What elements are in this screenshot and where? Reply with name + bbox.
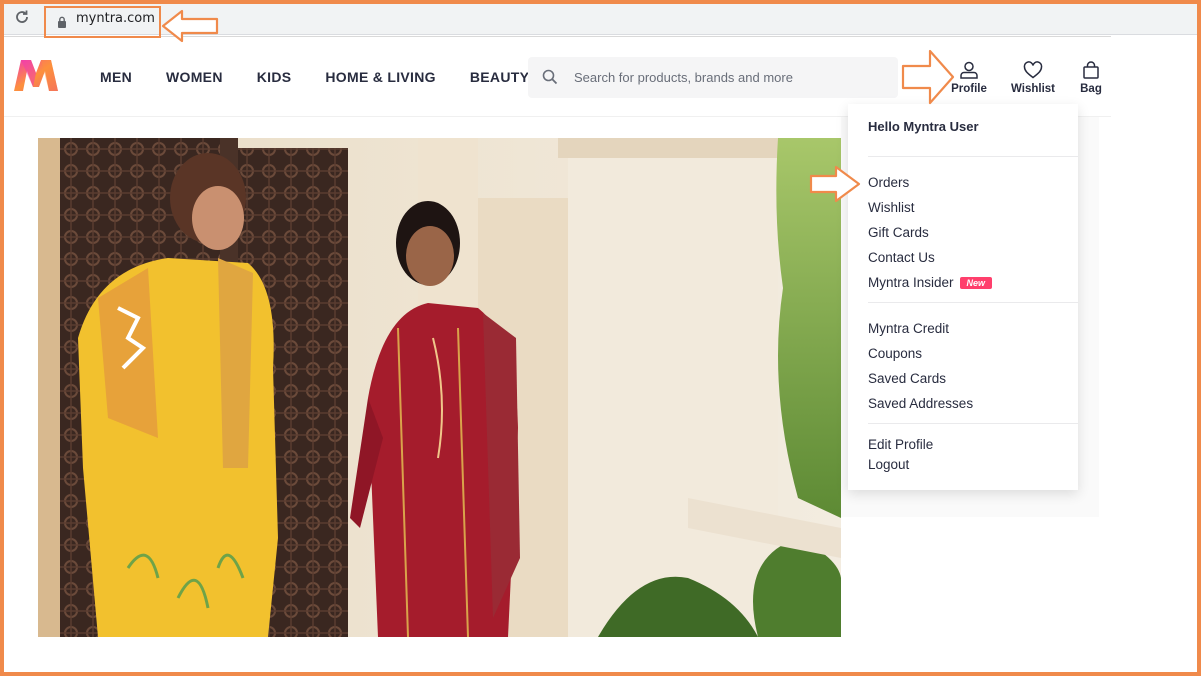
search-bar bbox=[528, 57, 898, 98]
new-badge: New bbox=[959, 277, 993, 290]
myntra-logo[interactable] bbox=[11, 57, 61, 93]
menu-item-myntra-insider[interactable]: Myntra Insider New bbox=[868, 275, 993, 290]
nav-kids[interactable]: KIDS bbox=[257, 69, 292, 85]
reload-icon[interactable] bbox=[12, 9, 32, 29]
nav-home-living[interactable]: HOME & LIVING bbox=[325, 69, 435, 85]
search-input[interactable] bbox=[574, 57, 884, 98]
url-highlight-box bbox=[44, 6, 161, 38]
menu-item-edit-profile[interactable]: Edit Profile bbox=[868, 437, 933, 452]
wishlist-button[interactable]: Wishlist bbox=[1010, 61, 1056, 95]
bag-label: Bag bbox=[1080, 83, 1102, 95]
nav-beauty[interactable]: BEAUTY bbox=[470, 69, 529, 85]
menu-item-wishlist[interactable]: Wishlist bbox=[868, 200, 915, 215]
right-arrow-annotation-icon bbox=[901, 49, 955, 105]
hero-banner-image[interactable] bbox=[38, 138, 841, 637]
main-nav: MEN WOMEN KIDS HOME & LIVING BEAUTY bbox=[100, 69, 563, 85]
wishlist-label: Wishlist bbox=[1011, 83, 1055, 95]
bag-icon bbox=[1083, 61, 1099, 79]
heart-icon bbox=[1023, 61, 1043, 79]
search-icon[interactable] bbox=[542, 69, 558, 85]
left-arrow-annotation-icon bbox=[161, 9, 219, 43]
menu-item-coupons[interactable]: Coupons bbox=[868, 346, 922, 361]
menu-divider bbox=[868, 302, 1078, 303]
hero-photo bbox=[38, 138, 841, 637]
profile-dropdown-menu: Hello Myntra User Orders Wishlist Gift C… bbox=[848, 104, 1078, 490]
menu-item-orders[interactable]: Orders bbox=[868, 175, 909, 190]
menu-item-contact-us[interactable]: Contact Us bbox=[868, 250, 935, 265]
menu-item-saved-addresses[interactable]: Saved Addresses bbox=[868, 396, 973, 411]
menu-item-myntra-credit[interactable]: Myntra Credit bbox=[868, 321, 949, 336]
menu-item-gift-cards[interactable]: Gift Cards bbox=[868, 225, 929, 240]
menu-divider bbox=[868, 156, 1078, 157]
menu-item-myntra-insider-label: Myntra Insider bbox=[868, 275, 954, 290]
user-icon bbox=[960, 61, 978, 79]
menu-divider bbox=[868, 423, 1078, 424]
orders-arrow-annotation-icon bbox=[809, 165, 861, 203]
bag-button[interactable]: Bag bbox=[1078, 61, 1104, 95]
profile-greeting: Hello Myntra User bbox=[868, 119, 979, 134]
menu-item-logout[interactable]: Logout bbox=[868, 457, 909, 472]
nav-women[interactable]: WOMEN bbox=[166, 69, 223, 85]
nav-men[interactable]: MEN bbox=[100, 69, 132, 85]
menu-item-saved-cards[interactable]: Saved Cards bbox=[868, 371, 946, 386]
